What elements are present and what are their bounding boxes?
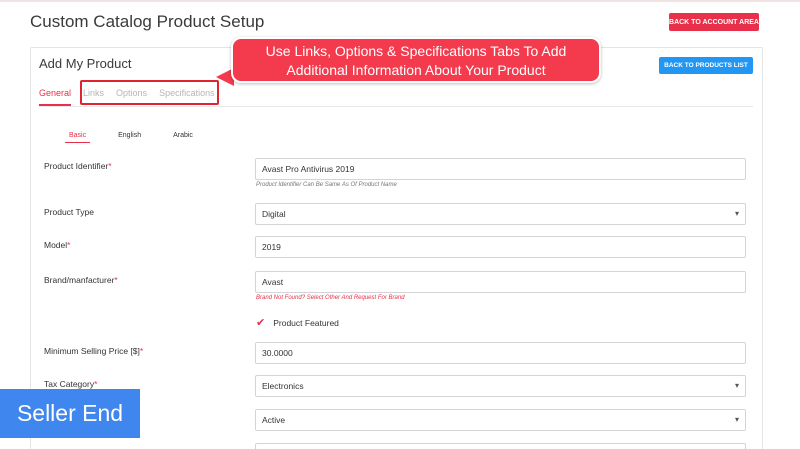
product-featured-label: Product Featured xyxy=(273,317,339,328)
required-marker: * xyxy=(139,346,144,356)
callout-line-2: Additional Information About Your Produc… xyxy=(286,62,546,78)
language-tabs: Basic English Arabic xyxy=(65,132,221,143)
callout-line-1: Use Links, Options & Specifications Tabs… xyxy=(265,43,567,59)
next-field-input[interactable] xyxy=(255,443,746,449)
required-marker: * xyxy=(94,379,98,389)
required-marker: * xyxy=(114,275,118,285)
lang-tab-arabic[interactable]: Arabic xyxy=(169,132,197,143)
product-type-value: Digital xyxy=(262,209,286,219)
product-type-select[interactable]: Digital xyxy=(255,203,746,225)
min-selling-price-label: Minimum Selling Price [$]* xyxy=(44,346,144,356)
brand-hint: Brand Not Found? Select Other And Reques… xyxy=(256,295,405,301)
product-identifier-hint: Product Identifier Can Be Same As Of Pro… xyxy=(256,182,397,188)
back-to-account-button[interactable]: BACK TO ACCOUNT AREA xyxy=(669,13,759,31)
tax-category-label: Tax Category* xyxy=(44,379,98,389)
status-select[interactable]: Active xyxy=(255,409,746,431)
product-identifier-label: Product Identifier* xyxy=(44,161,112,171)
tab-general[interactable]: General xyxy=(39,84,72,106)
model-input[interactable]: 2019 xyxy=(255,236,746,258)
required-marker: * xyxy=(108,161,112,171)
tax-category-select[interactable]: Electronics xyxy=(255,375,746,397)
back-to-products-button[interactable]: BACK TO PRODUCTS LIST xyxy=(659,57,753,74)
product-type-label: Product Type xyxy=(44,207,94,217)
model-label: Model* xyxy=(44,240,71,250)
panel-title: Add My Product xyxy=(39,56,132,71)
brand-input[interactable]: Avast xyxy=(255,271,746,293)
tabs-highlight-box xyxy=(80,80,219,105)
tabs-divider xyxy=(39,106,753,107)
annotation-callout: Use Links, Options & Specifications Tabs… xyxy=(231,37,601,83)
brand-label: Brand/manfacturer* xyxy=(44,275,118,285)
product-identifier-input[interactable]: Avast Pro Antivirus 2019 xyxy=(255,158,746,180)
product-featured-checkbox[interactable]: ✔ Product Featured xyxy=(256,316,339,329)
top-border xyxy=(0,0,800,2)
page-title: Custom Catalog Product Setup xyxy=(30,12,265,31)
status-value: Active xyxy=(262,415,286,425)
min-selling-price-input[interactable]: 30.0000 xyxy=(255,342,746,364)
seller-end-badge: Seller End xyxy=(0,389,140,438)
lang-tab-basic[interactable]: Basic xyxy=(65,132,91,143)
required-marker: * xyxy=(67,240,71,250)
lang-tab-english[interactable]: English xyxy=(114,132,145,143)
tax-category-value: Electronics xyxy=(262,381,304,391)
checkmark-icon: ✔ xyxy=(256,317,266,329)
